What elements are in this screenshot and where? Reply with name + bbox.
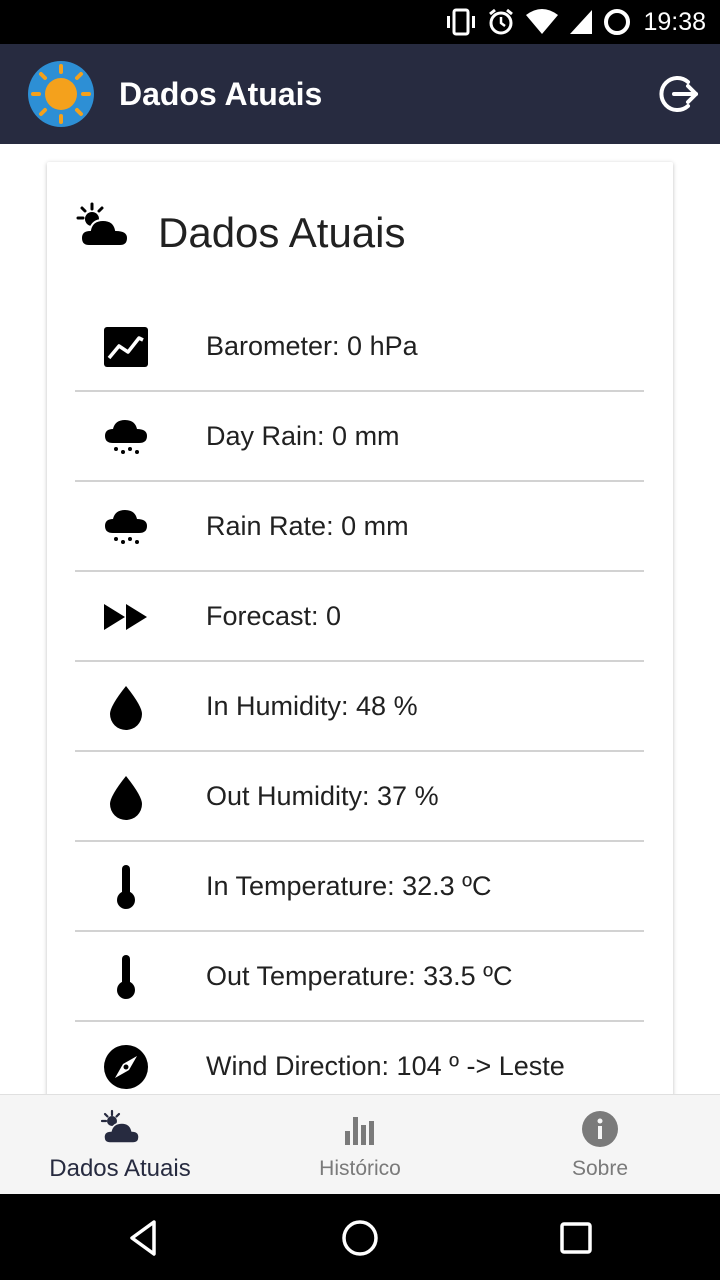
wind-direction-value: Wind Direction: 104 º -> Leste (206, 1051, 565, 1081)
current-data-card: Dados Atuais Barometer: 0 hPa Day Rain: … (47, 162, 673, 1094)
list-item: Barometer: 0 hPa (75, 302, 644, 392)
list-item: Day Rain: 0 mm (75, 392, 644, 482)
out-temperature-value: Out Temperature: 33.5 ºC (206, 961, 513, 991)
partly-cloudy-icon (76, 202, 130, 247)
barometer-chart-icon (103, 324, 149, 370)
day-rain-value: Day Rain: 0 mm (206, 421, 400, 451)
nav-tab-dados-atuais[interactable]: Dados Atuais (0, 1095, 240, 1195)
logout-icon[interactable] (658, 73, 700, 115)
nav-tab-sobre[interactable]: Sobre (480, 1095, 720, 1195)
app-title: Dados Atuais (119, 76, 323, 112)
status-bar: 19:38 (0, 0, 720, 44)
system-navigation-bar (0, 1194, 720, 1280)
nav-label-historico: Histórico (319, 1157, 401, 1180)
in-humidity-value: In Humidity: 48 % (206, 691, 418, 721)
list-item: In Humidity: 48 % (75, 662, 644, 752)
list-item: Wind Direction: 104 º -> Leste (75, 1022, 644, 1094)
forecast-value: Forecast: 0 (206, 601, 342, 631)
list-item: Out Humidity: 37 % (75, 752, 644, 842)
back-icon[interactable] (120, 1214, 168, 1262)
list-item: In Temperature: 32.3 ºC (75, 842, 644, 932)
status-icons: 19:38 (445, 0, 706, 44)
vibrate-icon (447, 8, 476, 36)
wifi-icon (526, 9, 559, 34)
recents-icon[interactable] (552, 1214, 600, 1262)
nav-label-dados-atuais: Dados Atuais (49, 1155, 191, 1182)
partly-cloudy-icon (100, 1109, 140, 1144)
bar-chart-icon (345, 1117, 374, 1145)
battery-icon (604, 9, 631, 35)
list-item: Forecast: 0 (75, 572, 644, 662)
out-humidity-value: Out Humidity: 37 % (206, 781, 439, 811)
status-time: 19:38 (643, 7, 706, 36)
thermometer-icon (103, 864, 149, 910)
water-drop-icon (103, 774, 149, 820)
nav-label-sobre: Sobre (571, 1157, 629, 1180)
rain-cloud-icon (103, 414, 149, 460)
card-title: Dados Atuais (158, 209, 406, 256)
compass-icon (103, 1044, 149, 1090)
fast-forward-icon (103, 594, 149, 640)
info-icon (582, 1111, 618, 1147)
home-icon[interactable] (336, 1214, 384, 1262)
rain-cloud-icon (103, 504, 149, 550)
signal-icon (570, 10, 593, 34)
thermometer-icon (103, 954, 149, 1000)
app-bar: Dados Atuais (0, 44, 720, 144)
content-area[interactable]: Dados Atuais Barometer: 0 hPa Day Rain: … (0, 144, 720, 1094)
alarm-icon (489, 8, 514, 35)
barometer-value: Barometer: 0 hPa (206, 331, 418, 361)
sun-logo-icon (28, 61, 94, 127)
list-item: Rain Rate: 0 mm (75, 482, 644, 572)
rain-rate-value: Rain Rate: 0 mm (206, 511, 409, 541)
list-item: Out Temperature: 33.5 ºC (75, 932, 644, 1022)
bottom-navigation: Dados Atuais Histórico Sobre (0, 1094, 720, 1194)
data-list: Barometer: 0 hPa Day Rain: 0 mm Rain Rat… (75, 302, 644, 1094)
card-header: Dados Atuais (75, 202, 635, 262)
nav-tab-historico[interactable]: Histórico (240, 1095, 480, 1195)
in-temperature-value: In Temperature: 32.3 ºC (206, 871, 492, 901)
water-drop-icon (103, 684, 149, 730)
